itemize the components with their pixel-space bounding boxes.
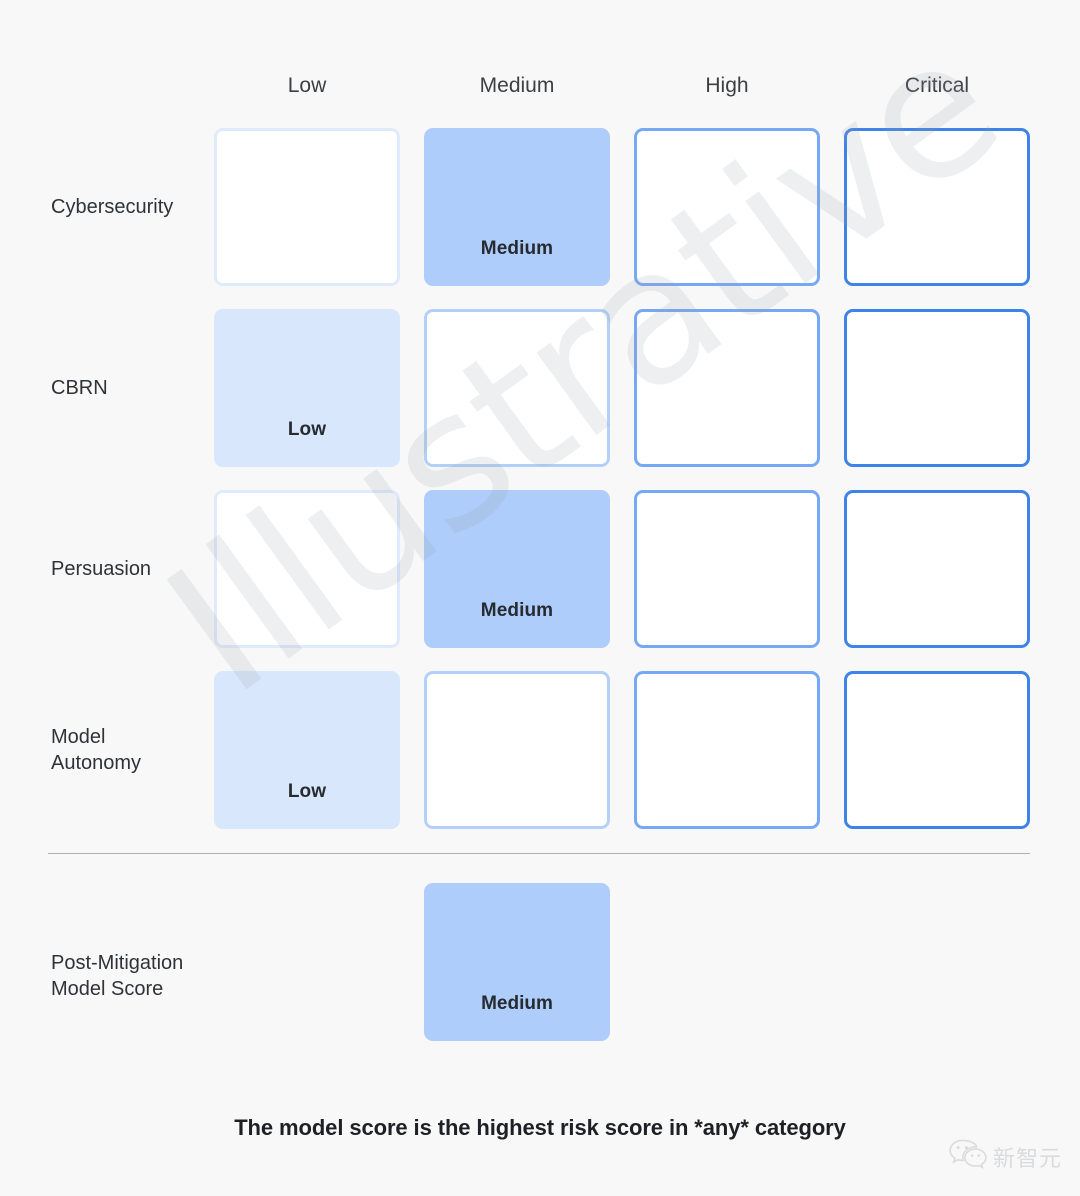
wechat-icon: [949, 1139, 987, 1174]
matrix-cell[interactable]: [424, 309, 610, 467]
matrix-cell-label: Low: [287, 419, 327, 440]
column-header-critical: Critical: [904, 74, 970, 97]
matrix-cell-label: Medium: [480, 600, 554, 621]
matrix-cell[interactable]: [214, 490, 400, 648]
post-mitigation-score-value: Medium: [481, 993, 553, 1014]
matrix-cell[interactable]: [634, 309, 820, 467]
row-label-1: CBRN: [51, 377, 108, 399]
wechat-brand-text: 新智元: [992, 1146, 1062, 1172]
matrix-cell[interactable]: [634, 671, 820, 829]
row-label-2: Persuasion: [51, 558, 152, 580]
matrix-cell[interactable]: [634, 128, 820, 286]
column-header-low: Low: [287, 74, 327, 97]
matrix-cell[interactable]: Low: [214, 309, 400, 467]
row-label-0: Cybersecurity: [51, 196, 174, 218]
caption-text: The model score is the highest risk scor…: [234, 1115, 846, 1140]
matrix-cell[interactable]: Medium: [424, 128, 610, 286]
matrix-cell[interactable]: [844, 490, 1030, 648]
matrix-cell[interactable]: [844, 128, 1030, 286]
matrix-cell-label: Medium: [480, 238, 554, 259]
post-mitigation-score-label: Post-Mitigation Model Score: [51, 952, 184, 1000]
matrix-cell[interactable]: [424, 671, 610, 829]
matrix-cell[interactable]: [634, 490, 820, 648]
matrix-cell[interactable]: [844, 671, 1030, 829]
matrix-cell[interactable]: [214, 128, 400, 286]
matrix-cell-label: Low: [287, 781, 327, 802]
post-mitigation-score-cell[interactable]: Medium: [424, 883, 610, 1041]
row-label-3: Model Autonomy: [51, 726, 142, 774]
matrix-cell[interactable]: [844, 309, 1030, 467]
column-header-medium: Medium: [479, 74, 555, 97]
section-divider: [48, 853, 1030, 854]
wechat-branding: 新智元: [949, 1139, 1062, 1174]
column-header-high: High: [705, 74, 749, 97]
matrix-cell[interactable]: Low: [214, 671, 400, 829]
matrix-cell[interactable]: Medium: [424, 490, 610, 648]
